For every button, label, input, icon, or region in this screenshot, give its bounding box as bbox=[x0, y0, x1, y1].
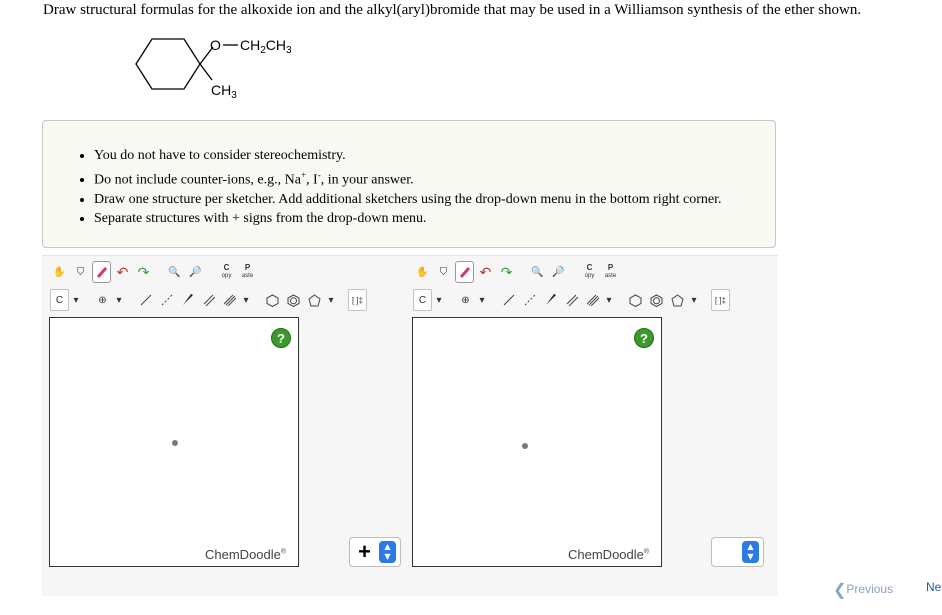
chevron-down-icon[interactable]: ▾ bbox=[434, 289, 444, 311]
select-arrows-icon: ▲ ▼ bbox=[379, 541, 396, 563]
redo-icon[interactable]: ↷ bbox=[497, 261, 516, 283]
ethyl-group-label: CH2CH3 bbox=[240, 37, 292, 56]
sketcher-1-toolbar-bottom: C ▾ ⊕ ▾ ▾ ▾ [ ]‡ bbox=[50, 287, 369, 313]
chevron-down-icon[interactable]: ▾ bbox=[477, 289, 487, 311]
instruction-item: You do not have to consider stereochemis… bbox=[94, 146, 775, 166]
sketcher-1-canvas[interactable]: ? ChemDoodle® bbox=[49, 317, 299, 567]
cyclopentane-ring-icon[interactable] bbox=[668, 289, 687, 311]
chevron-down-icon[interactable]: ▾ bbox=[71, 289, 81, 311]
eraser-icon[interactable] bbox=[92, 261, 111, 283]
triple-bond-icon[interactable] bbox=[583, 289, 602, 311]
help-button[interactable]: ? bbox=[634, 328, 654, 348]
wedge-bond-icon[interactable] bbox=[541, 289, 560, 311]
chevron-down-icon[interactable]: ▾ bbox=[689, 289, 699, 311]
canvas-center-marker bbox=[522, 443, 528, 449]
oxygen-atom-label: O bbox=[210, 37, 221, 53]
undo-icon[interactable]: ↶ bbox=[113, 261, 132, 283]
zoom-out-icon[interactable]: 🔎 bbox=[549, 261, 568, 283]
question-text: Draw structural formulas for the alkoxid… bbox=[43, 2, 862, 18]
next-button[interactable]: Ne bbox=[926, 580, 941, 594]
atom-tool-button[interactable]: C bbox=[50, 289, 69, 311]
hand-icon[interactable]: ✋ bbox=[413, 261, 432, 283]
benzene-ring-icon[interactable] bbox=[284, 289, 303, 311]
zoom-out-icon[interactable]: 🔎 bbox=[186, 261, 205, 283]
ether-structure: O CH2CH3 CH3 bbox=[135, 37, 292, 101]
previous-button[interactable]: ❮Previous bbox=[833, 580, 893, 600]
bracket-tool-button[interactable]: [ ]‡ bbox=[711, 289, 730, 311]
zoom-in-icon[interactable]: 🔍 bbox=[165, 261, 184, 283]
chevron-down-icon[interactable]: ▾ bbox=[604, 289, 614, 311]
canvas-center-marker bbox=[172, 440, 178, 446]
dashed-bond-icon[interactable] bbox=[157, 289, 176, 311]
sketcher-2-canvas[interactable]: ? ChemDoodle® bbox=[412, 317, 662, 567]
dashed-bond-icon[interactable] bbox=[520, 289, 539, 311]
lasso-icon[interactable]: ⛉ bbox=[71, 261, 90, 283]
bond-to-methyl bbox=[199, 63, 213, 81]
double-bond-icon[interactable] bbox=[562, 289, 581, 311]
double-bond-icon[interactable] bbox=[199, 289, 218, 311]
single-bond-icon[interactable] bbox=[499, 289, 518, 311]
cyclohexane-ring-icon[interactable] bbox=[626, 289, 645, 311]
charge-tool-button[interactable]: ⊕ bbox=[456, 289, 475, 311]
cyclopentane-ring-icon[interactable] bbox=[305, 289, 324, 311]
atom-tool-button[interactable]: C bbox=[413, 289, 432, 311]
wedge-bond-icon[interactable] bbox=[178, 289, 197, 311]
charge-tool-button[interactable]: ⊕ bbox=[93, 289, 112, 311]
zoom-in-icon[interactable]: 🔍 bbox=[528, 261, 547, 283]
cyclohexane-ring-icon[interactable] bbox=[263, 289, 282, 311]
copy-button[interactable]: Copy bbox=[580, 261, 599, 283]
instructions-panel: You do not have to consider stereochemis… bbox=[42, 120, 776, 248]
redo-icon[interactable]: ↷ bbox=[134, 261, 153, 283]
chemdoodle-brand: ChemDoodle® bbox=[568, 547, 650, 562]
separator-select-1[interactable]: + ▲ ▼ bbox=[349, 537, 401, 567]
instruction-item: Do not include counter-ions, e.g., Na+, … bbox=[94, 166, 775, 190]
single-bond-icon[interactable] bbox=[136, 289, 155, 311]
undo-icon[interactable]: ↶ bbox=[476, 261, 495, 283]
methyl-group-label: CH3 bbox=[211, 82, 237, 101]
chemdoodle-brand: ChemDoodle® bbox=[205, 547, 287, 562]
eraser-icon[interactable] bbox=[455, 261, 474, 283]
chevron-down-icon[interactable]: ▾ bbox=[241, 289, 251, 311]
bracket-tool-button[interactable]: [ ]‡ bbox=[348, 289, 367, 311]
chevron-down-icon[interactable]: ▾ bbox=[326, 289, 336, 311]
separator-select-2[interactable]: ▲ ▼ bbox=[711, 537, 764, 567]
select-arrows-icon: ▲ ▼ bbox=[742, 541, 759, 563]
instruction-item: Separate structures with + signs from th… bbox=[94, 209, 775, 229]
sketcher-2-toolbar-top: ✋ ⛉ ↶ ↷ 🔍 🔎 Copy Paste bbox=[413, 259, 622, 285]
instruction-list: You do not have to consider stereochemis… bbox=[43, 121, 775, 229]
chevron-left-icon: ❮ bbox=[833, 582, 847, 599]
hand-icon[interactable]: ✋ bbox=[50, 261, 69, 283]
benzene-ring-icon[interactable] bbox=[647, 289, 666, 311]
paste-button[interactable]: Paste bbox=[601, 261, 620, 283]
paste-button[interactable]: Paste bbox=[238, 261, 257, 283]
help-button[interactable]: ? bbox=[271, 328, 291, 348]
chevron-down-icon[interactable]: ▾ bbox=[114, 289, 124, 311]
instruction-item: Draw one structure per sketcher. Add add… bbox=[94, 190, 775, 210]
cyclohexane-ring bbox=[135, 38, 201, 90]
copy-button[interactable]: Copy bbox=[217, 261, 236, 283]
sketcher-2-toolbar-bottom: C ▾ ⊕ ▾ ▾ ▾ [ ]‡ bbox=[413, 287, 732, 313]
triple-bond-icon[interactable] bbox=[220, 289, 239, 311]
sketcher-1-toolbar-top: ✋ ⛉ ↶ ↷ 🔍 🔎 Copy Paste bbox=[50, 259, 259, 285]
lasso-icon[interactable]: ⛉ bbox=[434, 261, 453, 283]
